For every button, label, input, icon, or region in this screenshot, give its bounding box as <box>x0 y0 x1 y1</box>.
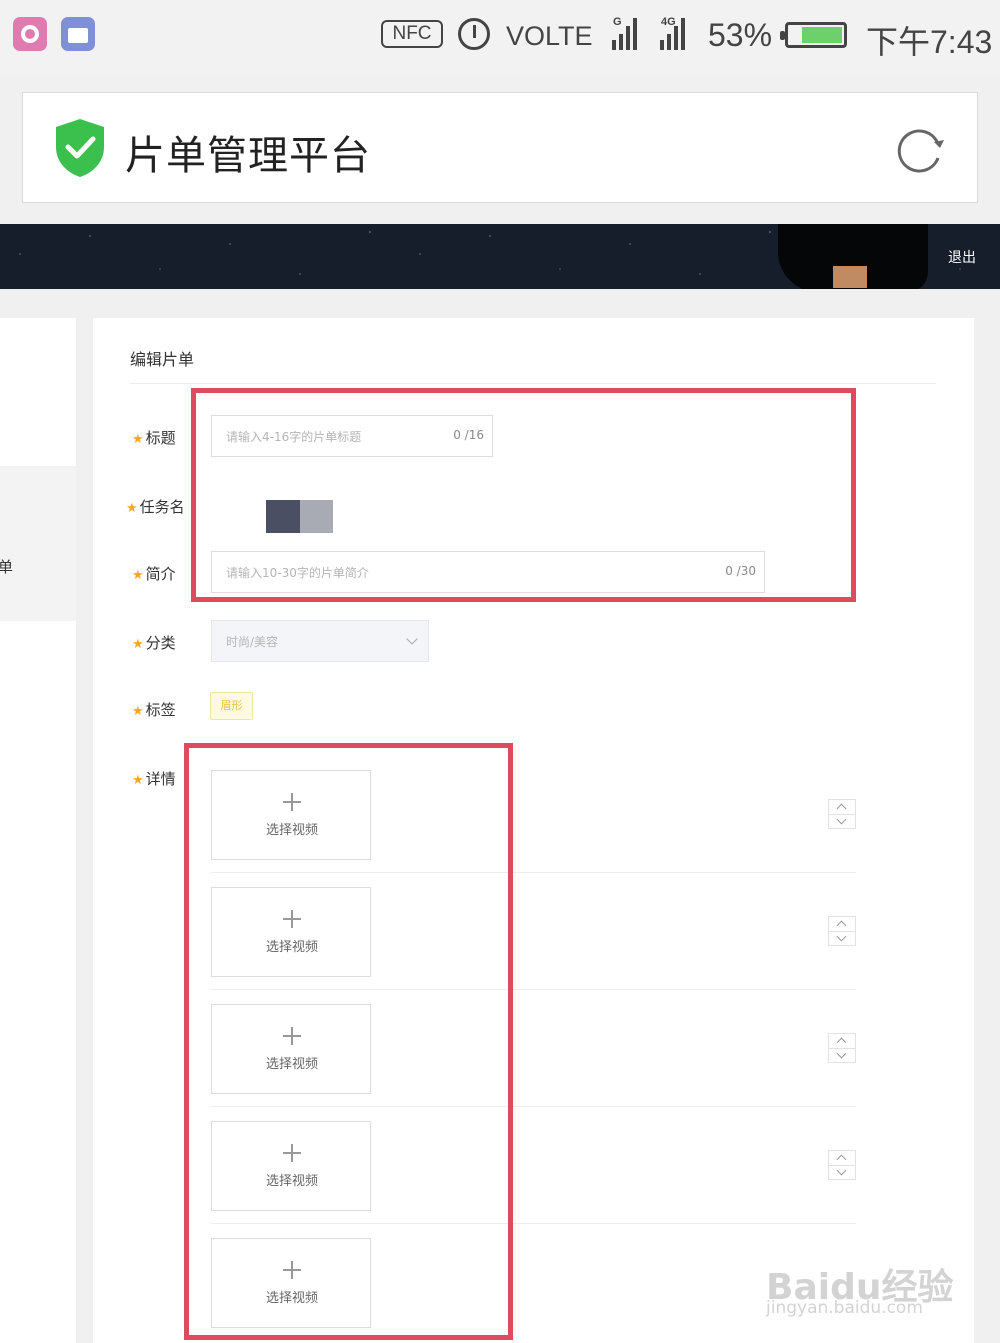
highlight-box <box>191 388 856 602</box>
app-title: 片单管理平台 <box>125 133 371 179</box>
logout-link[interactable]: 退出 <box>948 247 976 267</box>
required-mark: ★ <box>132 432 144 447</box>
section-title: 编辑片单 <box>130 350 195 369</box>
chevron-down-icon[interactable] <box>836 1165 847 1176</box>
category-select[interactable]: 时尚/美容 <box>211 620 429 662</box>
battery-percent: 53% <box>708 17 773 53</box>
avatar-image <box>833 266 867 288</box>
chevron-down-icon[interactable] <box>836 1048 847 1059</box>
chevron-up-icon[interactable] <box>836 920 847 931</box>
notification-app-icon <box>13 17 47 51</box>
status-bar: NFC VOLTE G 4G 53% 下午7:43 <box>0 0 1000 74</box>
alarm-icon <box>458 18 490 50</box>
task-label: ★ 任务名 <box>126 498 185 516</box>
reorder-control[interactable] <box>828 799 856 829</box>
reorder-control[interactable] <box>828 916 856 946</box>
refresh-icon[interactable] <box>896 126 946 176</box>
chevron-up-icon[interactable] <box>836 1154 847 1165</box>
battery-icon <box>780 22 847 48</box>
app-header: 片单管理平台 <box>22 92 978 203</box>
chevron-down-icon[interactable] <box>836 814 847 825</box>
details-label: ★ 详情 <box>132 770 176 788</box>
reorder-control[interactable] <box>828 1150 856 1180</box>
chevron-up-icon[interactable] <box>836 1037 847 1048</box>
chevron-up-icon[interactable] <box>836 803 847 814</box>
signal1-type: G <box>613 16 622 28</box>
clock: 下午7:43 <box>866 24 993 60</box>
sidebar-item-label: 单 <box>0 558 14 576</box>
category-label: ★ 分类 <box>132 634 176 652</box>
title-label: ★ 标题 <box>132 429 176 447</box>
tag-chip[interactable]: 眉形 <box>210 692 253 720</box>
category-value: 时尚/美容 <box>226 635 279 649</box>
highlight-box <box>184 743 513 1340</box>
sidebar-item-active[interactable] <box>0 466 76 621</box>
nfc-icon: NFC <box>381 20 443 48</box>
divider <box>130 383 936 384</box>
intro-label: ★ 简介 <box>132 565 176 583</box>
signal2-type: 4G <box>661 16 676 28</box>
chevron-down-icon <box>406 633 418 645</box>
notification-bag-icon <box>61 17 95 51</box>
watermark-url: jingyan.baidu.com <box>766 1298 923 1318</box>
chevron-down-icon[interactable] <box>836 931 847 942</box>
tags-label: ★ 标签 <box>132 701 176 719</box>
volte-indicator: VOLTE <box>506 21 593 51</box>
shield-check-icon <box>56 119 104 177</box>
reorder-control[interactable] <box>828 1033 856 1063</box>
